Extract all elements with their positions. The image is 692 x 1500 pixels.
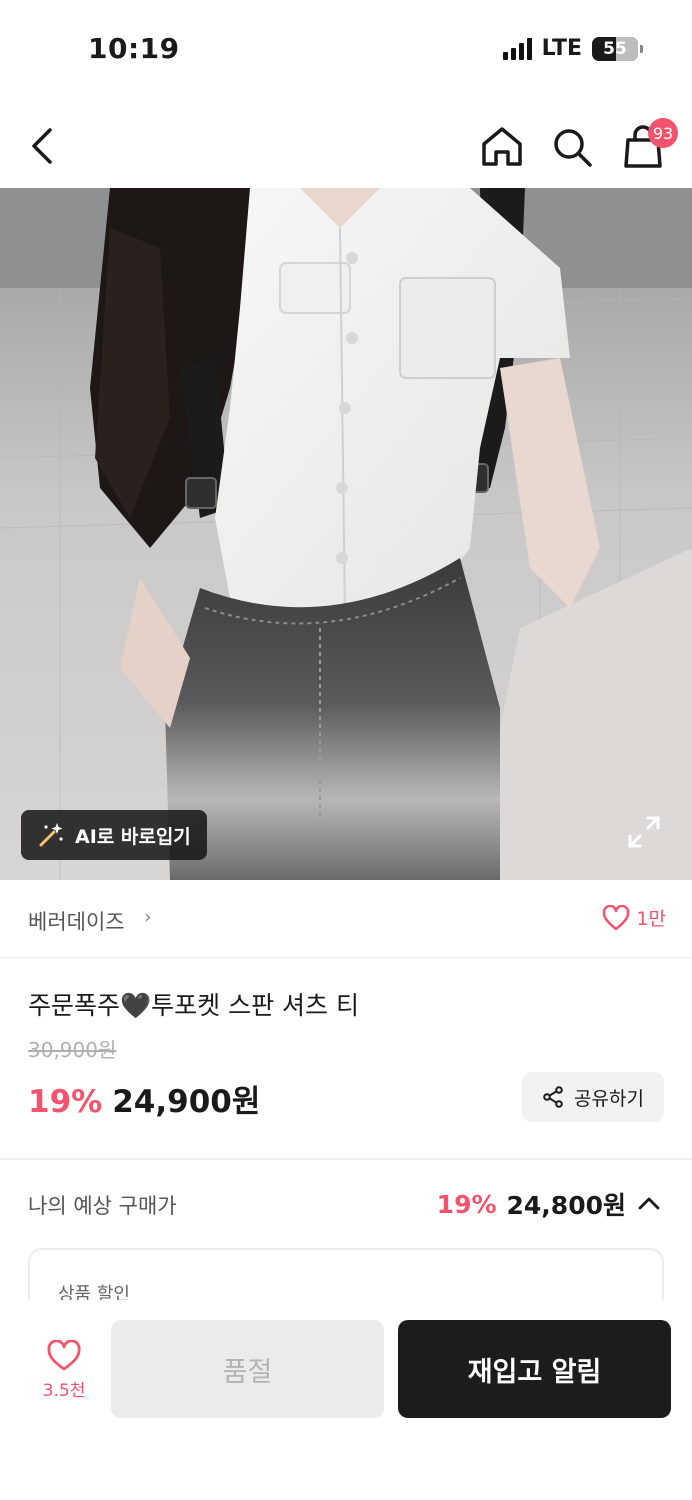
ai-try-on-button[interactable]: AI로 바로입기 (21, 810, 207, 860)
expected-price: 24,800원 (506, 1191, 626, 1220)
chevron-up-icon (638, 1197, 660, 1210)
heart-icon (603, 904, 630, 930)
cart-button[interactable]: 93 (618, 118, 678, 172)
expected-price-label: 나의 예상 구매가 (28, 1194, 177, 1218)
price-row: 19% 24,900원 (28, 1076, 260, 1121)
status-indicators: LTE 55 (502, 36, 643, 61)
brand-row: 베러데이즈 › 1만 (0, 880, 692, 958)
bottom-action-bar: 3.5천 품절 재입고 알림 (0, 1300, 692, 1500)
share-label: 공유하기 (574, 1087, 644, 1110)
network-type: LTE (541, 36, 582, 61)
back-button[interactable] (22, 122, 66, 170)
original-price: 30,900원 (28, 1038, 117, 1062)
soldout-button[interactable]: 품절 (111, 1320, 384, 1418)
product-photo (0, 188, 692, 880)
restock-alert-button[interactable]: 재입고 알림 (398, 1320, 671, 1418)
brand-link[interactable]: 베러데이즈 (28, 906, 125, 936)
product-title: 주문폭주🖤투포켓 스판 셔츠 티 (28, 991, 359, 1020)
signal-icon (502, 37, 532, 60)
expected-discount: 19% (436, 1189, 497, 1219)
brand-like-button[interactable]: 1만 (602, 904, 666, 931)
cart-count-badge: 93 (648, 118, 678, 148)
battery-icon: 55 (592, 36, 643, 61)
chevron-left-icon (32, 128, 52, 164)
section-divider (0, 1158, 692, 1160)
ai-try-on-label: AI로 바로입기 (75, 825, 191, 848)
share-icon (543, 1086, 563, 1108)
brand-like-count: 1만 (636, 908, 666, 930)
share-button[interactable]: 공유하기 (522, 1072, 664, 1122)
status-bar: 10:19 LTE 55 (0, 0, 692, 100)
expand-image-button[interactable] (626, 814, 662, 850)
search-button[interactable] (548, 124, 596, 170)
status-time: 10:19 (88, 32, 180, 65)
home-button[interactable] (478, 124, 526, 170)
top-nav: 93 (0, 100, 692, 188)
wishlist-count: 3.5천 (42, 1381, 86, 1401)
search-icon (554, 129, 592, 167)
discount-rate: 19% (28, 1084, 103, 1120)
home-icon (482, 127, 522, 166)
sale-price: 24,900원 (112, 1084, 261, 1120)
magic-wand-icon (39, 823, 63, 847)
product-image[interactable]: AI로 바로입기 (0, 188, 692, 880)
battery-level: 55 (603, 38, 627, 59)
heart-icon (47, 1340, 81, 1371)
expected-price-toggle[interactable]: 19% 24,800원 (437, 1186, 662, 1222)
expand-icon (628, 816, 660, 848)
wishlist-button[interactable]: 3.5천 (28, 1340, 100, 1410)
chevron-right-icon: › (144, 906, 152, 928)
